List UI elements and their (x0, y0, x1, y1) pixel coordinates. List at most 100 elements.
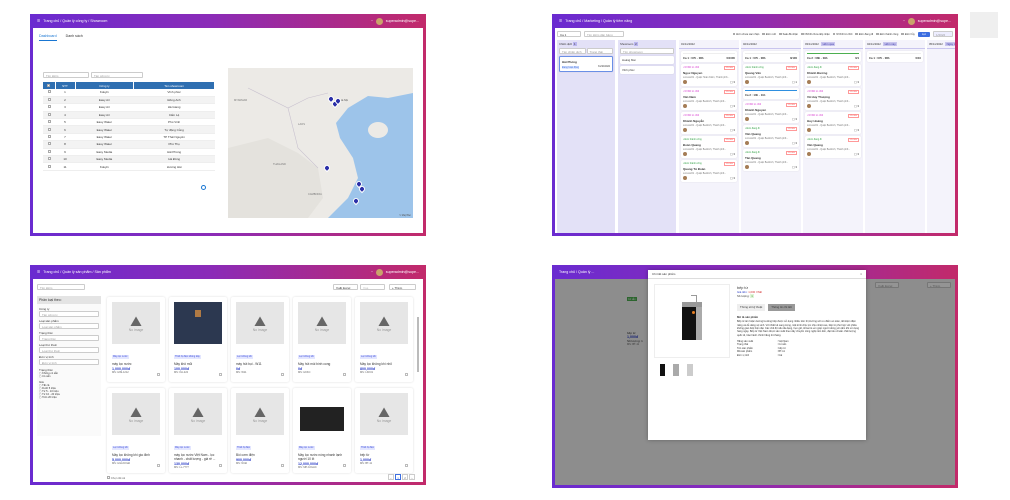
search-input[interactable]: Tìm kiếm (43, 72, 89, 78)
checkbox[interactable] (762, 32, 765, 36)
product-card[interactable]: ⛰ No image Máy lọc nước máy lọc nước Việt N… (169, 388, 227, 473)
thumbnail[interactable] (687, 364, 693, 376)
checkbox[interactable] (732, 32, 736, 36)
lead-card[interactable]: • Đơn đang đi Ưu tiên Văn Quang xxxxxx221 -… (805, 136, 861, 158)
showroom-search[interactable]: Tìm showroom (620, 48, 674, 54)
map[interactable]: MYANMAR LAOS THAILAND CAMBODIA Hà Nội © … (228, 68, 413, 218)
lead-card[interactable]: • NVKD từ chối Ưu tiên Khánh Nguyễn xxxxxx2… (681, 112, 737, 134)
product-checkbox[interactable] (342, 372, 346, 376)
bell-icon[interactable]: ◔ (903, 19, 905, 23)
checkbox[interactable] (901, 32, 904, 36)
shift-card[interactable]: Ca 2 : 08h - 09h 0/1 (805, 51, 861, 62)
product-checkbox[interactable] (218, 372, 222, 376)
info-icon[interactable] (201, 185, 206, 190)
page-button[interactable]: 2 (402, 474, 408, 480)
status-filter-checkbox[interactable]: Đơn chưa xác nhận (732, 32, 759, 36)
product-checkbox[interactable] (156, 372, 160, 376)
search-input[interactable]: Tìm kiếm dân bảng (584, 31, 624, 37)
user-name[interactable]: superadmin@supe... (386, 270, 419, 274)
bell-icon[interactable]: ◔ (371, 19, 373, 23)
row-checkbox[interactable] (47, 127, 51, 131)
table-row[interactable]: 8 Easy Water Phú Thọ (43, 140, 215, 149)
filter-select[interactable]: Đơn vị tính (39, 359, 99, 365)
product-card[interactable]: Máy lọc nước Máy lọc nước nóng nhanh lạnh… (293, 388, 351, 473)
avatar[interactable] (907, 17, 915, 25)
table-row[interactable]: 6 Easy Water Tự động Củng (43, 125, 215, 134)
table-row[interactable]: 4 Easy Air Cẩm Lệ (43, 111, 215, 120)
table-row[interactable]: 1 Kokyi1 Vĩnh phúc (43, 89, 215, 97)
tab-specs[interactable]: Thông số kỹ thuật (737, 303, 766, 312)
thumbnail[interactable] (673, 364, 679, 376)
campaign-card[interactable]: Hải Phòng Đang hoạt động 31/10/2022 (559, 56, 613, 72)
lead-card[interactable]: • NVKD từ chối Ưu tiên Huy Hoàng xxxxxx221 … (805, 112, 861, 134)
menu-icon[interactable]: ☰ (37, 19, 40, 23)
row-checkbox[interactable] (47, 157, 51, 161)
shift-card[interactable]: Ca 2 : 10h - 11h (743, 88, 799, 99)
table-row[interactable]: 9 Easy Media Hải Phòng (43, 148, 215, 157)
table-row[interactable]: 3 Easy Air Hà Giang (43, 103, 215, 112)
tab-detail[interactable]: Thông tin chi tiết (768, 303, 795, 312)
product-checkbox[interactable] (280, 372, 284, 376)
delete-button[interactable]: Xóa (360, 284, 385, 290)
status-filter-checkbox[interactable]: NVKD từ chối (832, 32, 852, 36)
showroom-item[interactable]: Hoàng Mai (620, 56, 674, 64)
tab-list[interactable]: Danh sách (66, 34, 83, 41)
checkbox[interactable] (779, 32, 782, 36)
date-range-input[interactable]: 1/2022 (933, 31, 953, 37)
checkbox[interactable] (876, 32, 879, 36)
col-showroom[interactable]: Tên showroom (133, 82, 215, 89)
product-checkbox[interactable] (280, 463, 284, 467)
row-checkbox[interactable] (47, 120, 51, 124)
lead-card[interactable]: • NVKD từ chối Ưu tiên Văn Nam xxxxxx221 - … (681, 88, 737, 110)
product-checkbox[interactable] (404, 372, 408, 376)
tab-dashboard[interactable]: Dashboard (39, 34, 57, 41)
scrollbar[interactable] (417, 317, 419, 372)
product-card[interactable]: Thiết bị điện không dây Máy khô mũi 100,00… (169, 297, 227, 382)
product-card[interactable]: ⛰ No image Lọc không khí Máy lọc không khí … (355, 297, 413, 382)
checkbox[interactable] (832, 32, 836, 36)
table-row[interactable]: 7 Easy Water TP Thái Nguyên (43, 133, 215, 142)
product-card[interactable]: ⛰ No image Lọc không khí Máy lọc không khí … (107, 388, 165, 473)
row-checkbox[interactable] (47, 105, 51, 109)
avatar[interactable] (375, 268, 383, 276)
shift-card[interactable]: Ca 1 : 07h - 08h 0/1000 (681, 51, 737, 62)
lead-card[interactable]: • Đơn thành công Ưu tiên Đoàn Quang xxxxxx2… (681, 136, 737, 158)
row-checkbox[interactable] (47, 112, 51, 116)
lead-card[interactable]: • NVKD từ chối Ưu tiên Ngọc Nguyen xxxxxx22… (681, 64, 737, 86)
row-checkbox[interactable] (47, 164, 51, 168)
select-all-checkbox[interactable] (47, 83, 51, 87)
row-checkbox[interactable] (47, 90, 51, 94)
lead-card[interactable]: • Đơn đang đi Ưu tiên Tân Quang xxxxxx221 -… (743, 149, 799, 171)
filter-button[interactable]: Lọc (917, 31, 930, 37)
page-button[interactable]: 1 (395, 474, 401, 480)
thumbnail[interactable] (660, 364, 665, 376)
lead-card[interactable]: • Đơn đang đi Ưu tiên Văn Quang xxxxxx221 -… (743, 125, 799, 147)
status-filter-checkbox[interactable]: Đơn mới (762, 33, 776, 36)
checkbox[interactable] (855, 32, 858, 36)
lead-card[interactable]: • NVKD từ chối Ưu tiên Khánh Nguyen xxxxxx2… (743, 101, 799, 123)
menu-icon[interactable]: ☰ (37, 270, 40, 274)
campaign-search[interactable]: Tên chiến dịch (559, 48, 586, 54)
shift-card[interactable]: Ca 1 : 07h - 08h 0/10 (867, 51, 923, 62)
page-button[interactable]: › (409, 474, 415, 480)
row-checkbox[interactable] (47, 149, 51, 153)
close-icon[interactable]: × (860, 272, 862, 276)
shift-card[interactable]: Ca 1 : 07h - 08h 0/100 (743, 51, 799, 62)
product-checkbox[interactable] (342, 463, 346, 467)
product-checkbox[interactable] (156, 463, 160, 467)
status-filter-checkbox[interactable]: NVKD chưa tiếp nhận (800, 33, 830, 36)
filter-select[interactable]: Loại thư thuế (39, 347, 99, 353)
product-card[interactable]: ⛰ No image Thiết bị điện Bồi cơm điện 900,00… (231, 388, 289, 473)
user-name[interactable]: superadmin@supe... (918, 19, 951, 23)
filter-select[interactable]: Tên công ty (39, 311, 99, 317)
lead-card[interactable]: • Đơn đang đi Ưu tiên Khánh Đương xxxxxx221… (805, 64, 861, 86)
page-button[interactable]: ‹ (388, 474, 394, 480)
filter-select[interactable]: Trạng thái (39, 335, 99, 341)
select-all-checkbox[interactable] (107, 476, 110, 479)
lead-card[interactable]: • NVKD từ chối Ưu tiên Vũ Huy Thượng xxxxxx… (805, 88, 861, 110)
lead-card[interactable]: • Đơn thành công Ưu tiên Quang Văn xxxxxx22… (743, 64, 799, 86)
status-select[interactable]: Trạng thái (586, 48, 613, 54)
product-card[interactable]: ⛰ No image Thiết bị điện bếp từ 1,000đ MS: BT… (355, 388, 413, 473)
user-name[interactable]: superadmin@supe... (386, 19, 419, 23)
table-row[interactable]: 10 Easy Media Hà Đông (43, 155, 215, 164)
